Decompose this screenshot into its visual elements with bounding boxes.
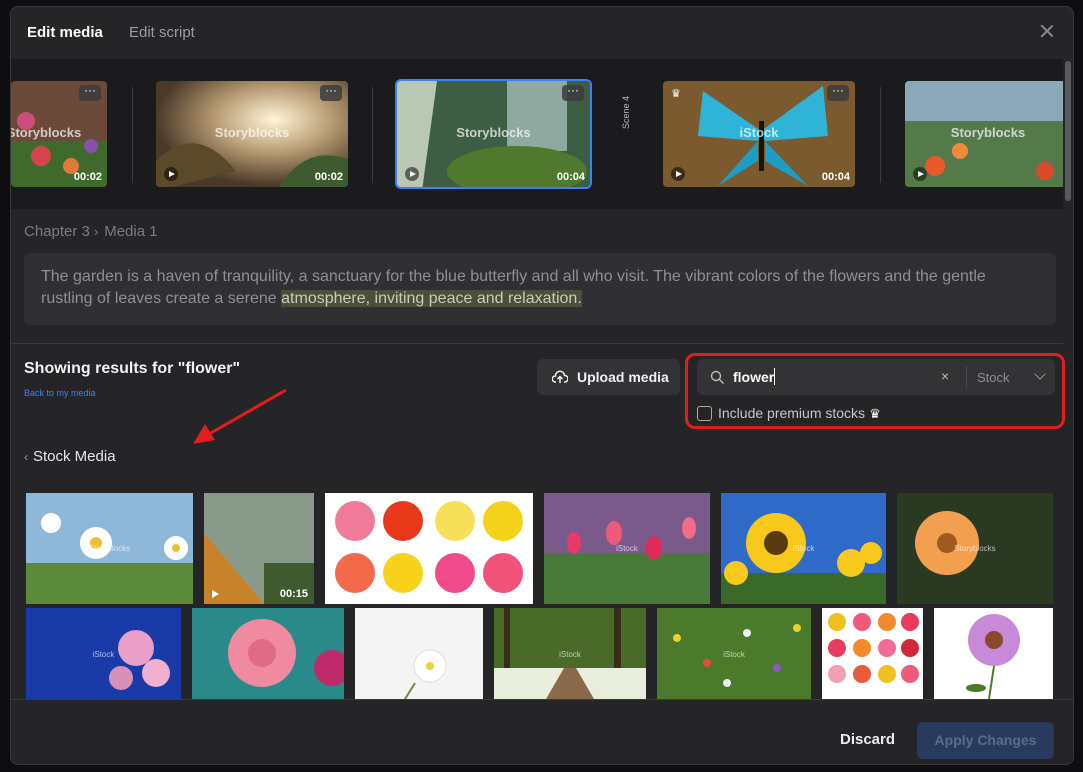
breadcrumb-media: Media 1 — [104, 223, 158, 240]
clip-thumbnail-selected[interactable]: Storyblocks ··· 00:04 — [395, 79, 592, 189]
breadcrumb: Chapter 3 › Media 1 — [24, 223, 158, 240]
play-icon[interactable] — [671, 167, 685, 181]
stock-media-header[interactable]: ‹ Stock Media — [24, 448, 116, 465]
echinacea-image — [934, 608, 1053, 699]
apply-changes-button[interactable]: Apply Changes — [917, 722, 1054, 759]
stock-thumbnail[interactable]: Storyblocks — [897, 493, 1053, 604]
edit-media-dialog: Edit media Edit script Storyblocks ··· 0… — [10, 6, 1074, 765]
more-icon[interactable]: ··· — [562, 84, 584, 101]
stock-thumbnail[interactable]: iStock — [544, 493, 710, 604]
chevron-right-icon: › — [93, 224, 99, 239]
stock-thumbnail[interactable]: iStock — [657, 608, 811, 699]
play-icon[interactable] — [405, 167, 419, 181]
stock-watermark: iStock — [792, 544, 815, 554]
annotation-arrow — [193, 388, 287, 444]
scene-label: Scene 4 — [621, 95, 631, 129]
media-filmstrip: Storyblocks ··· 00:02 Storyblocks ··· 00… — [11, 59, 1063, 209]
results-title: Showing results for "flower" — [24, 360, 241, 377]
rose-image — [192, 608, 344, 699]
stock-watermark: iStock — [559, 649, 581, 659]
clip-duration: 00:02 — [314, 171, 343, 183]
section-divider — [11, 343, 1063, 344]
clip-duration: 00:04 — [556, 171, 585, 183]
upload-media-button[interactable]: Upload media — [537, 359, 680, 395]
breadcrumb-chapter[interactable]: Chapter 3 — [24, 223, 90, 240]
stock-watermark: iStock — [723, 649, 745, 659]
play-icon[interactable] — [913, 167, 927, 181]
clip-duration: 00:04 — [821, 171, 850, 183]
dialog-footer: Discard Apply Changes — [11, 699, 1073, 764]
stock-thumbnail[interactable]: Storyblocks — [26, 493, 193, 604]
close-icon[interactable] — [1039, 23, 1055, 39]
upload-media-label: Upload media — [577, 369, 669, 385]
stock-watermark: Storyblocks — [88, 544, 131, 554]
clip-thumbnail[interactable]: Storyblocks ··· 00:02 — [154, 79, 350, 189]
play-icon[interactable] — [212, 590, 219, 598]
stock-thumbnail[interactable]: iStock — [26, 608, 181, 699]
clip-watermark: Storyblocks — [456, 125, 531, 140]
more-icon[interactable]: ··· — [320, 84, 342, 101]
white-flower-image — [355, 608, 483, 699]
clip-duration: 00:02 — [73, 171, 102, 183]
vertical-scrollbar[interactable] — [1065, 59, 1071, 209]
clip-watermark: Storyblocks — [214, 125, 290, 140]
clip-thumbnail[interactable]: Storyblocks — [903, 79, 1063, 189]
crown-icon: ♛ — [671, 88, 681, 100]
stock-thumbnail[interactable] — [355, 608, 483, 699]
flower-collection-image — [325, 493, 533, 604]
stock-watermark: iStock — [616, 544, 638, 554]
stock-thumbnail[interactable] — [934, 608, 1053, 699]
dialog-header: Edit media Edit script — [11, 7, 1073, 59]
stock-thumbnail[interactable] — [822, 608, 923, 699]
clip-thumbnail[interactable]: ♛ iStock ··· 00:04 — [661, 79, 857, 189]
clip-thumbnail[interactable]: Storyblocks ··· 00:02 — [11, 79, 109, 189]
more-icon[interactable]: ··· — [79, 84, 101, 101]
stock-video-thumbnail[interactable]: 00:15 — [204, 493, 314, 604]
clip-watermark: iStock — [739, 125, 779, 140]
video-duration: 00:15 — [279, 588, 308, 600]
flower-heads-image — [822, 608, 923, 699]
scrollbar-thumb[interactable] — [1065, 61, 1071, 201]
annotation-highlight-box — [685, 353, 1065, 429]
discard-button[interactable]: Discard — [840, 731, 895, 748]
stock-thumbnail[interactable]: iStock — [721, 493, 886, 604]
script-highlight: atmosphere, inviting peace and relaxatio… — [281, 290, 582, 307]
stock-watermark: Storyblocks — [954, 544, 996, 554]
clip-watermark: Storyblocks — [950, 125, 1026, 140]
scene-divider — [372, 87, 373, 183]
scene-divider — [132, 87, 133, 183]
script-text-box: The garden is a haven of tranquility, a … — [24, 253, 1056, 325]
stock-thumbnail[interactable]: iStock — [494, 608, 646, 699]
scene-divider — [880, 87, 881, 183]
more-icon[interactable]: ··· — [827, 84, 849, 101]
back-chevron-icon[interactable]: ‹ — [24, 450, 28, 464]
stock-watermark: iStock — [92, 649, 115, 659]
tab-edit-media[interactable]: Edit media — [27, 24, 103, 41]
back-to-media-link[interactable]: Back to my media — [24, 388, 96, 398]
upload-cloud-icon — [552, 370, 568, 383]
tab-edit-script[interactable]: Edit script — [129, 24, 195, 41]
stock-thumbnail[interactable] — [192, 608, 344, 699]
clip-watermark: Storyblocks — [11, 125, 82, 140]
stock-thumbnail[interactable] — [325, 493, 533, 604]
stock-media-label: Stock Media — [33, 448, 116, 465]
play-icon[interactable] — [164, 167, 178, 181]
